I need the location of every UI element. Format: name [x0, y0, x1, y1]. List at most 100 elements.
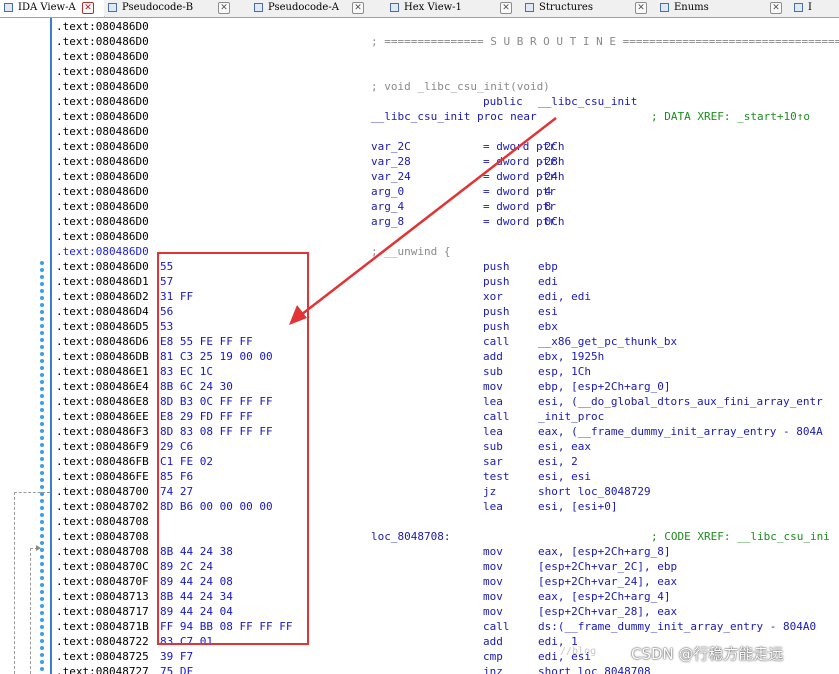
- listing-label[interactable]: arg_4: [371, 199, 404, 214]
- close-tab-icon[interactable]: ✕: [635, 2, 647, 14]
- tab-i[interactable]: I: [790, 0, 839, 16]
- instruction-operands[interactable]: short loc_8048729: [538, 484, 651, 499]
- tab-pseudocode-b[interactable]: Pseudocode-B ✕: [104, 0, 251, 16]
- listing-row[interactable]: .text:08048700 74 27 jz short loc_8048729: [54, 484, 839, 499]
- listing-row[interactable]: .text:080486D0 arg_4 = dword ptr 8: [54, 199, 839, 214]
- close-tab-icon[interactable]: ✕: [500, 2, 512, 14]
- instruction-operands[interactable]: __x86_get_pc_thunk_bx: [538, 334, 677, 349]
- listing-row[interactable]: .text:080486E1 83 EC 1C sub esp, 1Ch: [54, 364, 839, 379]
- instruction-operands[interactable]: esi: [538, 304, 558, 319]
- instruction-operands[interactable]: ds:(__frame_dummy_init_array_entry - 804…: [538, 619, 816, 634]
- disassembly-listing[interactable]: .text:080486D0 .text:080486D0 ; ==========…: [54, 18, 839, 674]
- listing-row[interactable]: .text:080486D0: [54, 229, 839, 244]
- listing-row[interactable]: .text:080486D0 55 push ebp: [54, 259, 839, 274]
- close-tab-icon[interactable]: ✕: [770, 2, 782, 14]
- close-tab-icon[interactable]: ✕: [82, 2, 94, 14]
- instruction-operands[interactable]: eax, [esp+2Ch+arg_8]: [538, 544, 670, 559]
- listing-row[interactable]: .text:080486F9 29 C6 sub esi, eax: [54, 439, 839, 454]
- listing-row[interactable]: .text:080486F3 8D 83 08 FF FF FF lea eax, (…: [54, 424, 839, 439]
- tab-pseudocode-a[interactable]: Pseudocode-A ✕: [250, 0, 387, 16]
- listing-row[interactable]: .text:080486E4 8B 6C 24 30 mov ebp, [esp+2C…: [54, 379, 839, 394]
- listing-row[interactable]: .text:080486D4 56 push esi: [54, 304, 839, 319]
- listing-row[interactable]: .text:08048708 loc_8048708: ; CODE XREF: _…: [54, 529, 839, 544]
- listing-row[interactable]: .text:080486D0 var_24 = dword ptr -24h: [54, 169, 839, 184]
- listing-label[interactable]: arg_8: [371, 214, 404, 229]
- instruction-operands[interactable]: -28h: [538, 154, 565, 169]
- listing-row[interactable]: .text:080486D0 public __libc_csu_init: [54, 94, 839, 109]
- instruction-operands[interactable]: 8: [538, 199, 552, 214]
- listing-row[interactable]: .text:0804870F 89 44 24 08 mov [esp+2Ch+var…: [54, 574, 839, 589]
- xref-comment[interactable]: ; CODE XREF: __libc_csu_ini: [651, 529, 830, 544]
- listing-row[interactable]: .text:08048727 75 DF jnz short loc_8048708: [54, 664, 839, 674]
- listing-row[interactable]: .text:080486D0: [54, 49, 839, 64]
- listing-row[interactable]: .text:080486D0 arg_0 = dword ptr 4: [54, 184, 839, 199]
- listing-row[interactable]: .text:080486D0 __libc_csu_init proc near;…: [54, 109, 839, 124]
- instruction-operands[interactable]: [esp+2Ch+var_24], eax: [538, 574, 677, 589]
- instruction-operands[interactable]: esi, [esi+0]: [538, 499, 617, 514]
- listing-label[interactable]: var_2C: [371, 139, 411, 154]
- listing-row[interactable]: .text:080486D0: [54, 19, 839, 34]
- instruction-operands[interactable]: 0Ch: [538, 214, 565, 229]
- instruction-operands[interactable]: edi: [538, 274, 558, 289]
- instruction-operands[interactable]: eax, (__frame_dummy_init_array_entry - 8…: [538, 424, 823, 439]
- instruction-operands[interactable]: -2Ch: [538, 139, 565, 154]
- instruction-operands[interactable]: ebp: [538, 259, 558, 274]
- instruction-operands[interactable]: edi, edi: [538, 289, 591, 304]
- instruction-operands[interactable]: esi, 2: [538, 454, 578, 469]
- instruction-operands[interactable]: [esp+2Ch+var_28], eax: [538, 604, 677, 619]
- opcode-bytes: 8B 6C 24 30: [160, 380, 233, 393]
- xref-comment[interactable]: ; DATA XREF: _start+10↑o: [651, 109, 810, 124]
- instruction-operands[interactable]: [esp+2Ch+var_2C], ebp: [538, 559, 677, 574]
- close-tab-icon[interactable]: ✕: [218, 2, 230, 14]
- listing-row[interactable]: .text:080486FB C1 FE 02 sar esi, 2: [54, 454, 839, 469]
- instruction-operands[interactable]: -24h: [538, 169, 565, 184]
- instruction-operands[interactable]: ebx: [538, 319, 558, 334]
- listing-row[interactable]: .text:08048713 8B 44 24 34 mov eax, [esp+2C…: [54, 589, 839, 604]
- instruction-operands[interactable]: esp, 1Ch: [538, 364, 591, 379]
- listing-row[interactable]: .text:080486D0: [54, 124, 839, 139]
- listing-label[interactable]: var_28: [371, 154, 411, 169]
- listing-label[interactable]: arg_0: [371, 184, 404, 199]
- listing-label[interactable]: loc_8048708:: [371, 529, 450, 544]
- listing-row[interactable]: .text:080486D0 var_28 = dword ptr -28h: [54, 154, 839, 169]
- tab-ida-view-a[interactable]: IDA View-A ✕: [0, 0, 105, 17]
- listing-row[interactable]: .text:080486D5 53 push ebx: [54, 319, 839, 334]
- listing-label[interactable]: __libc_csu_init proc near: [371, 109, 537, 124]
- listing-row[interactable]: .text:08048708: [54, 514, 839, 529]
- instruction-operands[interactable]: short loc_8048708: [538, 664, 651, 674]
- listing-row[interactable]: .text:080486DB 81 C3 25 19 00 00 add ebx, 1…: [54, 349, 839, 364]
- close-tab-icon[interactable]: ✕: [352, 2, 364, 14]
- listing-row[interactable]: .text:080486D0: [54, 64, 839, 79]
- listing-row[interactable]: .text:0804870C 89 2C 24 mov [esp+2Ch+var_2C…: [54, 559, 839, 574]
- opcode-bytes: 55: [160, 260, 174, 273]
- instruction-operands[interactable]: 4: [538, 184, 552, 199]
- listing-row[interactable]: .text:080486FE 85 F6 test esi, esi: [54, 469, 839, 484]
- listing-row[interactable]: .text:08048708 8B 44 24 38 mov eax, [esp+2C…: [54, 544, 839, 559]
- listing-row[interactable]: .text:080486D0 ; =============== S U B R …: [54, 34, 839, 49]
- loop-line: [30, 548, 31, 674]
- tab-hex-view-1[interactable]: Hex View-1 ✕: [386, 0, 522, 16]
- instruction-operands[interactable]: _init_proc: [538, 409, 604, 424]
- tab-enums[interactable]: Enums ✕: [656, 0, 791, 16]
- instruction-operands[interactable]: ebx, 1925h: [538, 349, 604, 364]
- listing-row[interactable]: .text:080486D0 var_2C = dword ptr -2Ch: [54, 139, 839, 154]
- listing-row[interactable]: .text:080486D2 31 FF xor edi, edi: [54, 289, 839, 304]
- instruction-operands[interactable]: esi, esi: [538, 469, 591, 484]
- instruction-operands[interactable]: eax, [esp+2Ch+arg_4]: [538, 589, 670, 604]
- listing-row[interactable]: .text:08048702 8D B6 00 00 00 00 lea esi, […: [54, 499, 839, 514]
- instruction-operands[interactable]: esi, eax: [538, 439, 591, 454]
- listing-row[interactable]: .text:080486D0 ; __unwind {: [54, 244, 839, 259]
- instruction-operands[interactable]: esi, (__do_global_dtors_aux_fini_array_e…: [538, 394, 823, 409]
- listing-row[interactable]: .text:080486D6 E8 55 FE FF FF call __x86_ge…: [54, 334, 839, 349]
- instruction-operands[interactable]: __libc_csu_init: [538, 94, 637, 109]
- instruction-operands[interactable]: ebp, [esp+2Ch+arg_0]: [538, 379, 670, 394]
- listing-row[interactable]: .text:080486D1 57 push edi: [54, 274, 839, 289]
- listing-row[interactable]: .text:080486D0 arg_8 = dword ptr 0Ch: [54, 214, 839, 229]
- listing-row[interactable]: .text:0804871B FF 94 BB 08 FF FF FF call ds…: [54, 619, 839, 634]
- listing-row[interactable]: .text:080486D0 ; void _libc_csu_init(void…: [54, 79, 839, 94]
- listing-label[interactable]: var_24: [371, 169, 411, 184]
- tab-structures[interactable]: Structures ✕: [521, 0, 657, 16]
- listing-row[interactable]: .text:080486E8 8D B3 0C FF FF FF lea esi, (…: [54, 394, 839, 409]
- listing-row[interactable]: .text:080486EE E8 29 FD FF FF call _init_pr…: [54, 409, 839, 424]
- listing-row[interactable]: .text:08048717 89 44 24 04 mov [esp+2Ch+var…: [54, 604, 839, 619]
